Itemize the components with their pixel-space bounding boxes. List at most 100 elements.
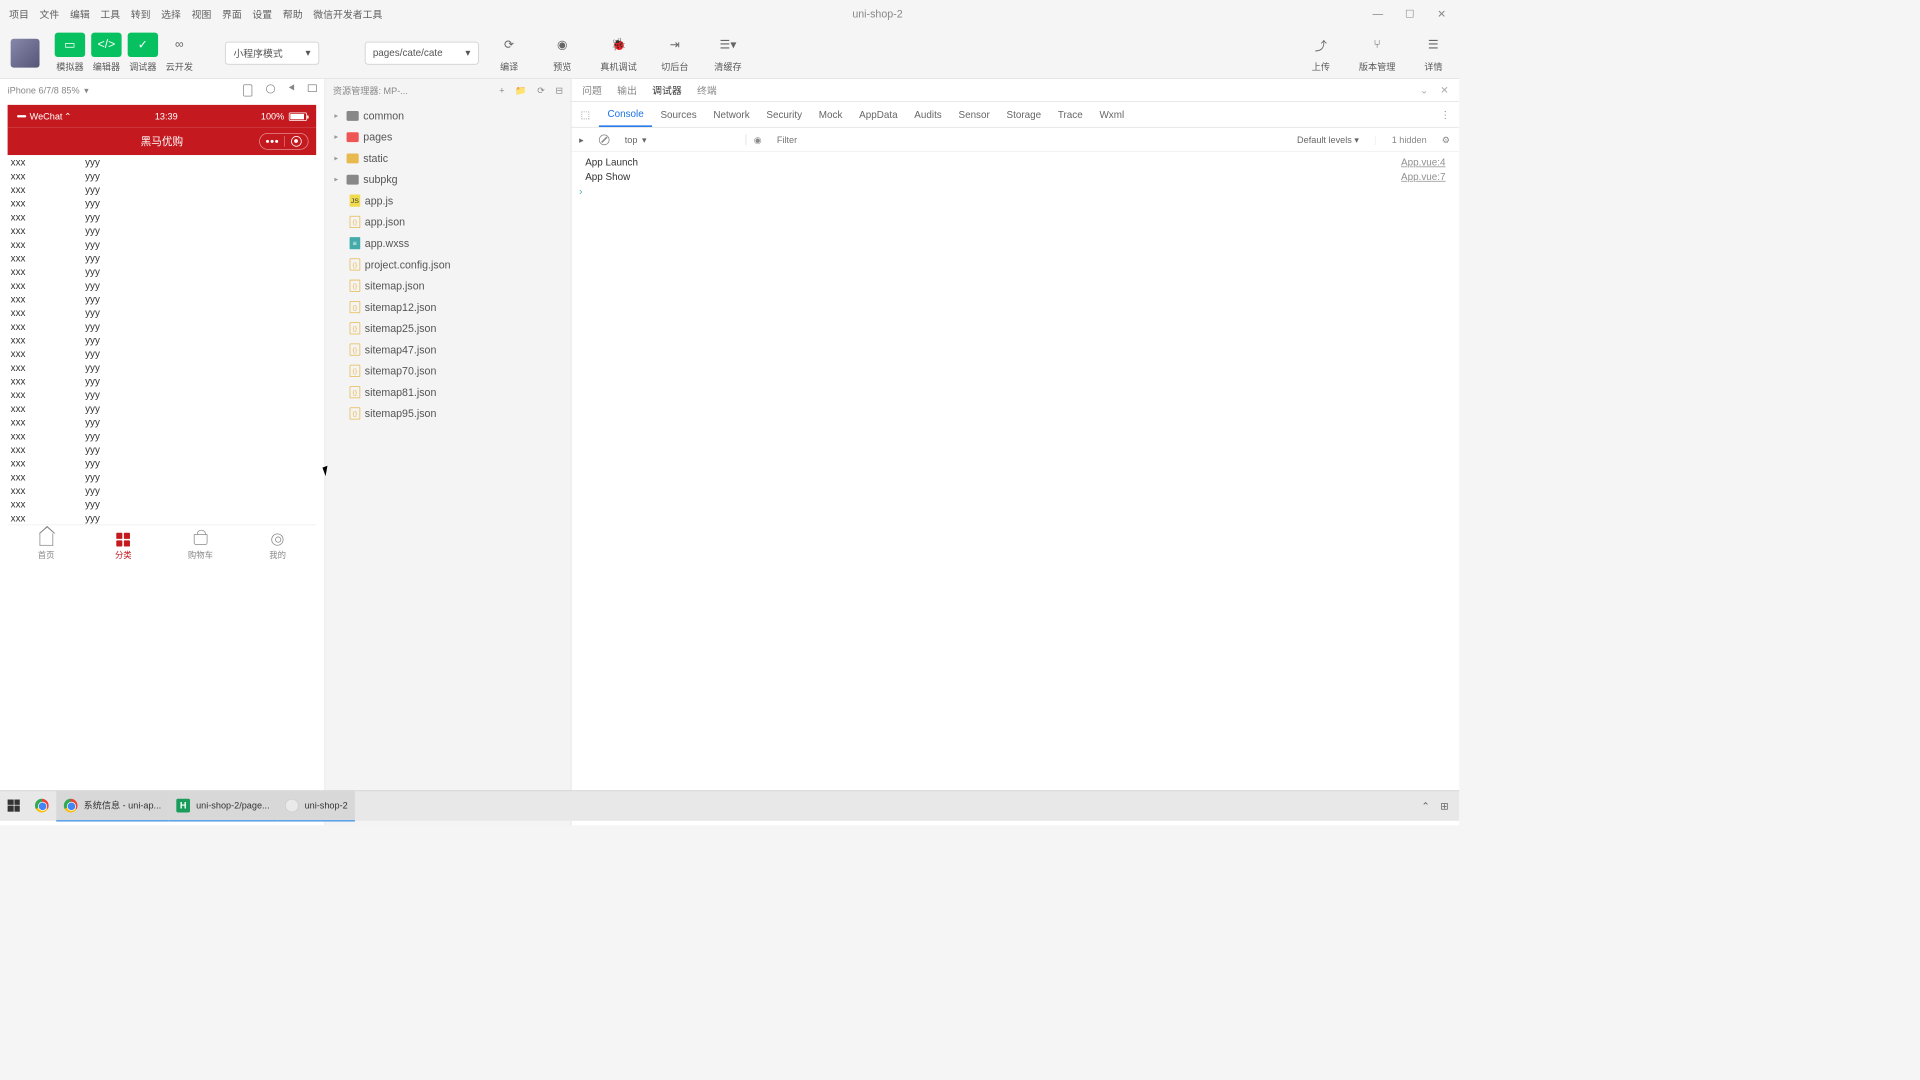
filter-input[interactable]	[769, 134, 1289, 145]
list-item[interactable]: xxxyyy	[8, 388, 317, 402]
tree-item-app.wxss[interactable]: ≡app.wxss	[325, 233, 570, 254]
tree-item-app.json[interactable]: {}app.json	[325, 211, 570, 232]
new-file-icon[interactable]: +	[499, 85, 504, 96]
dt-tab2-Audits[interactable]: Audits	[906, 102, 950, 127]
refresh-icon[interactable]: ⟳	[537, 85, 545, 96]
menu-wxdevtools[interactable]: 微信开发者工具	[313, 6, 382, 20]
context-selector[interactable]: top▾	[617, 134, 746, 145]
remote-debug-button[interactable]: 🐞真机调试	[600, 33, 636, 73]
menu-view[interactable]: 视图	[192, 6, 212, 20]
tree-item-pages[interactable]: ▸pages	[325, 126, 570, 147]
preview-button[interactable]: ◉预览	[547, 33, 577, 73]
list-item[interactable]: xxxyyy	[8, 401, 317, 415]
taskbar-app[interactable]: 系统信息 - uni-ap...	[56, 791, 169, 821]
tree-item-sitemap81.json[interactable]: {}sitemap81.json	[325, 382, 570, 403]
version-button[interactable]: ⑂版本管理	[1359, 33, 1395, 73]
dt-tab2-Network[interactable]: Network	[705, 102, 758, 127]
list-item[interactable]: xxxyyy	[8, 442, 317, 456]
list-item[interactable]: xxxyyy	[8, 169, 317, 183]
tree-item-sitemap70.json[interactable]: {}sitemap70.json	[325, 360, 570, 381]
list-item[interactable]: xxxyyy	[8, 497, 317, 511]
dt-tab2-Sources[interactable]: Sources	[652, 102, 705, 127]
tree-item-sitemap47.json[interactable]: {}sitemap47.json	[325, 339, 570, 360]
list-item[interactable]: xxxyyy	[8, 210, 317, 224]
source-link[interactable]: App.vue:4	[1401, 157, 1445, 168]
source-link[interactable]: App.vue:7	[1401, 171, 1445, 182]
mute-icon[interactable]	[289, 84, 294, 90]
minimize-icon[interactable]: —	[1373, 8, 1384, 19]
dt-tab2-Mock[interactable]: Mock	[810, 102, 850, 127]
device-selector[interactable]: iPhone 6/7/8 85%	[8, 85, 80, 96]
tab-我的[interactable]: 我的	[239, 525, 316, 567]
list-item[interactable]: xxxyyy	[8, 196, 317, 210]
collapse-icon[interactable]: ⊟	[556, 85, 564, 96]
menu-select[interactable]: 选择	[161, 6, 181, 20]
menu-edit[interactable]: 编辑	[70, 6, 90, 20]
dt-tab2-Storage[interactable]: Storage	[998, 102, 1049, 127]
menu-tool[interactable]: 工具	[100, 6, 120, 20]
menu-project[interactable]: 项目	[9, 6, 29, 20]
device-icon[interactable]	[243, 84, 252, 96]
list-item[interactable]: xxxyyy	[8, 470, 317, 484]
list-item[interactable]: xxxyyy	[8, 292, 317, 306]
list-item[interactable]: xxxyyy	[8, 415, 317, 429]
cloud-button[interactable]: ∞云开发	[164, 33, 194, 73]
new-folder-icon[interactable]: 📁	[515, 85, 526, 96]
inspect-icon[interactable]: ⬚	[572, 108, 600, 120]
menu-goto[interactable]: 转到	[131, 6, 151, 20]
list-item[interactable]: xxxyyy	[8, 374, 317, 388]
maximize-icon[interactable]: ☐	[1404, 8, 1415, 19]
list-item[interactable]: xxxyyy	[8, 155, 317, 169]
tree-item-subpkg[interactable]: ▸subpkg	[325, 169, 570, 190]
tab-购物车[interactable]: 购物车	[162, 525, 239, 567]
chrome-app[interactable]	[27, 791, 56, 821]
dt-tab2-Security[interactable]: Security	[758, 102, 810, 127]
list-item[interactable]: xxxyyy	[8, 223, 317, 237]
tab-分类[interactable]: 分类	[85, 525, 162, 567]
tree-item-common[interactable]: ▸common	[325, 105, 570, 126]
list-item[interactable]: xxxyyy	[8, 278, 317, 292]
editor-button[interactable]: </>编辑器	[91, 33, 121, 73]
list-item[interactable]: xxxyyy	[8, 251, 317, 265]
list-item[interactable]: xxxyyy	[8, 511, 317, 525]
list-item[interactable]: xxxyyy	[8, 360, 317, 374]
tray-icon[interactable]: ⊞	[1440, 800, 1448, 812]
kebab-icon[interactable]: ⋮	[1440, 108, 1450, 119]
compile-button[interactable]: ⟳编译	[494, 33, 524, 73]
clear-cache-button[interactable]: ☰▾清缓存	[713, 33, 743, 73]
close-icon[interactable]: ✕	[1440, 84, 1448, 96]
gear-icon[interactable]: ⚙	[1434, 134, 1459, 145]
list-item[interactable]: xxxyyy	[8, 237, 317, 251]
menu-file[interactable]: 文件	[40, 6, 60, 20]
dt-tab-问题[interactable]: 问题	[582, 83, 602, 97]
list-item[interactable]: xxxyyy	[8, 429, 317, 443]
list-item[interactable]: xxxyyy	[8, 264, 317, 278]
tree-item-static[interactable]: ▸static	[325, 147, 570, 168]
simulator-button[interactable]: ▭模拟器	[55, 33, 85, 73]
dt-tab-输出[interactable]: 输出	[617, 83, 637, 97]
tab-首页[interactable]: 首页	[8, 525, 85, 567]
dt-tab2-Sensor[interactable]: Sensor	[950, 102, 998, 127]
list-content[interactable]: xxxyyyxxxyyyxxxyyyxxxyyyxxxyyyxxxyyyxxxy…	[8, 155, 317, 524]
chevron-down-icon[interactable]: ⌄	[1420, 84, 1428, 96]
record-icon[interactable]	[266, 84, 275, 93]
eye-icon[interactable]: ◉	[746, 134, 769, 145]
detail-button[interactable]: ☰详情	[1418, 33, 1448, 73]
console-prompt[interactable]: ›	[572, 184, 1460, 198]
tree-item-sitemap25.json[interactable]: {}sitemap25.json	[325, 318, 570, 339]
dt-tab2-AppData[interactable]: AppData	[851, 102, 906, 127]
clear-console-icon[interactable]	[599, 134, 610, 145]
close-icon[interactable]: ✕	[1436, 8, 1447, 19]
play-icon[interactable]: ▸	[572, 134, 592, 145]
menu-help[interactable]: 帮助	[283, 6, 303, 20]
list-item[interactable]: xxxyyy	[8, 306, 317, 320]
menu-settings[interactable]: 设置	[252, 6, 272, 20]
tree-item-app.js[interactable]: JSapp.js	[325, 190, 570, 211]
list-item[interactable]: xxxyyy	[8, 347, 317, 361]
tree-item-sitemap12.json[interactable]: {}sitemap12.json	[325, 296, 570, 317]
taskbar-app[interactable]: Huni-shop-2/page...	[169, 791, 277, 821]
avatar[interactable]	[11, 38, 40, 67]
dt-tab-调试器[interactable]: 调试器	[652, 83, 682, 97]
dt-tab2-Wxml[interactable]: Wxml	[1091, 102, 1132, 127]
list-item[interactable]: xxxyyy	[8, 333, 317, 347]
